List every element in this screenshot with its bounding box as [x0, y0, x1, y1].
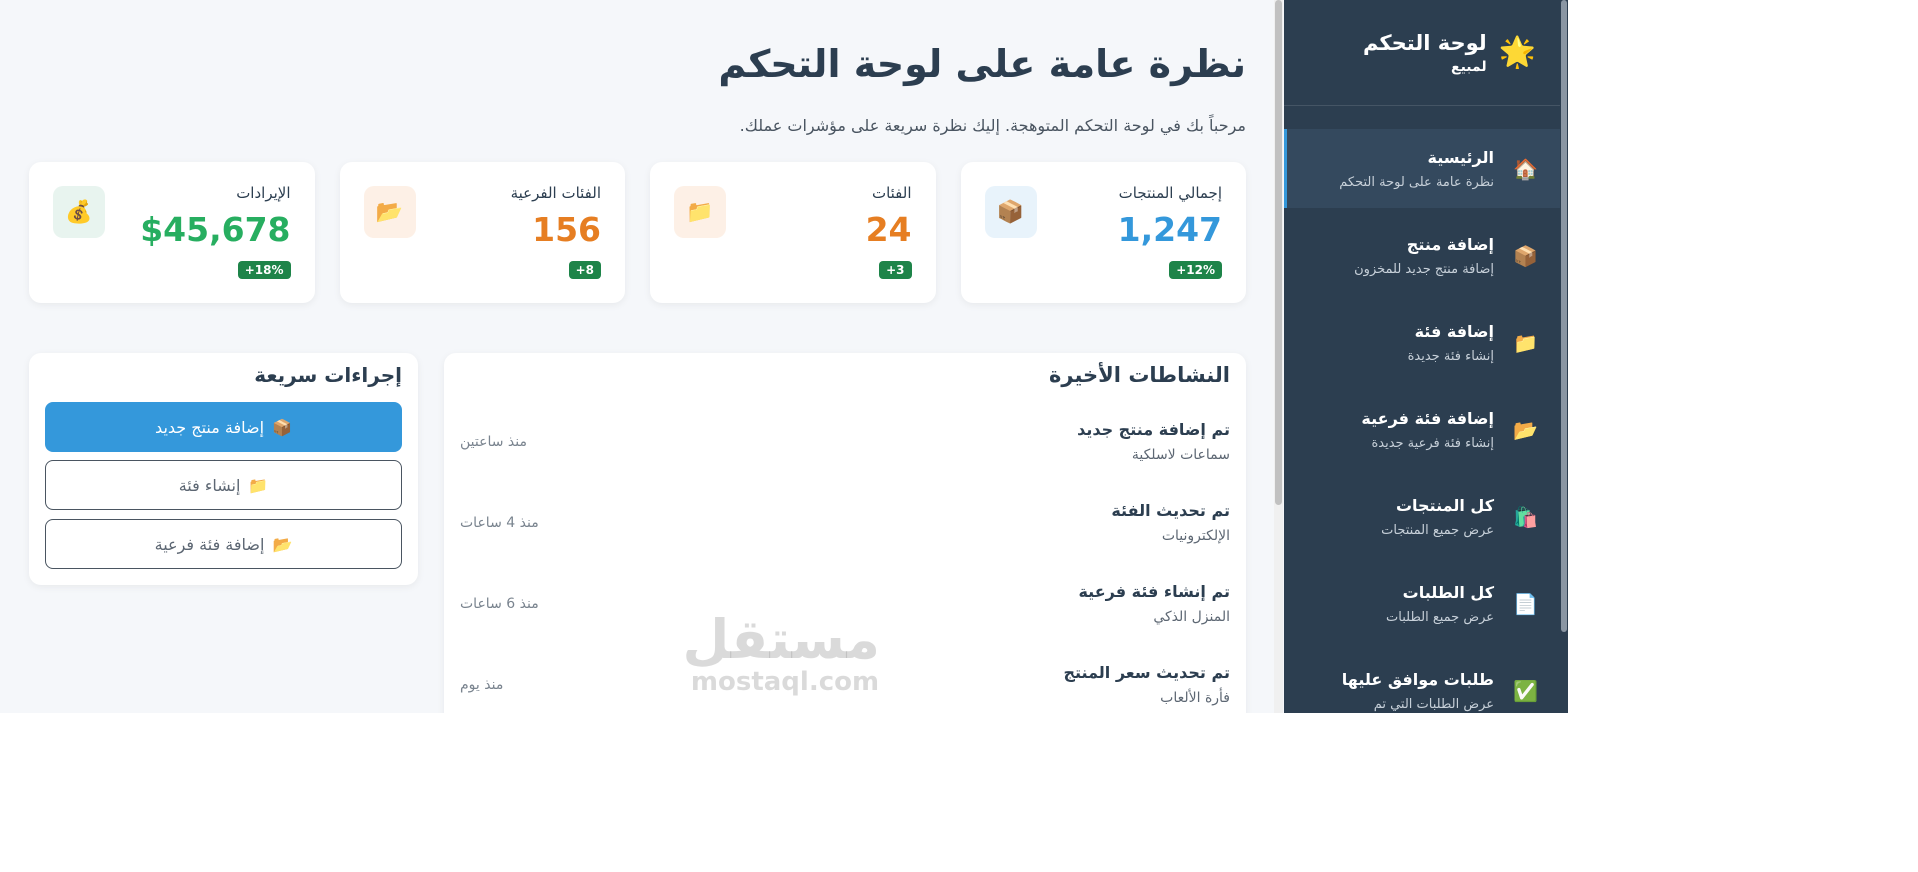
stat-value: 24 — [865, 210, 912, 249]
page-subtitle: مرحباً بك في لوحة التحكم المتوهجة. إليك … — [739, 116, 1246, 135]
button-label: إضافة فئة فرعية — [154, 534, 265, 554]
sidebar-item-add-category[interactable]: 📁 إضافة فئة إنشاء فئة جديدة — [1284, 303, 1568, 382]
sidebar-item-label: الرئيسية — [1427, 147, 1495, 167]
activity-subject: سماعات لاسلكية — [1131, 447, 1230, 463]
stat-label: الفئات الفرعية — [510, 184, 601, 202]
stat-label: إجمالي المنتجات — [1118, 184, 1222, 202]
sun-icon: 🌟 — [1498, 34, 1536, 70]
box-icon: 📦 — [1513, 243, 1538, 268]
sidebar-item-home[interactable]: 🏠 الرئيسية نظرة عامة على لوحة التحكم — [1284, 129, 1568, 208]
brand-title: لوحة التحكم — [1362, 30, 1487, 55]
stat-card-total-products: إجمالي المنتجات 1,247 12%+ 📦 — [960, 162, 1246, 303]
stat-badge: 3+ — [879, 261, 912, 279]
shopping-bag-icon: 🛍️ — [1513, 504, 1538, 529]
open-folder-icon: 📂 — [1513, 417, 1538, 442]
recent-activity-title: النشاطات الأخيرة — [1049, 363, 1230, 387]
sidebar-item-desc: إنشاء فئة فرعية جديدة — [1371, 435, 1494, 451]
activity-title: تم تحديث الفئة — [1111, 501, 1230, 520]
receipt-icon: 📄 — [1513, 591, 1538, 616]
sidebar-nav: 🏠 الرئيسية نظرة عامة على لوحة التحكم 📦 إ… — [1284, 129, 1568, 713]
money-bag-icon: 💰 — [53, 186, 105, 238]
stat-card-revenue: الإيرادات $45,678 18%+ 💰 — [29, 162, 315, 303]
folder-icon: 📁 — [674, 186, 726, 238]
sidebar-brand: 🌟 لوحة التحكم لمبيع — [1284, 0, 1568, 106]
stat-badge: 12%+ — [1169, 261, 1222, 279]
sidebar-item-add-product[interactable]: 📦 إضافة منتج إضافة منتج جديد للمخزون — [1284, 216, 1568, 295]
add-subcategory-button[interactable]: 📂 إضافة فئة فرعية — [45, 519, 402, 569]
activity-title: تم إنشاء فئة فرعية — [1078, 582, 1230, 601]
watermark-arabic: مستقل — [682, 608, 881, 671]
sidebar-item-all-orders[interactable]: 📄 كل الطلبات عرض جميع الطلبات — [1284, 564, 1568, 643]
sidebar-item-add-subcategory[interactable]: 📂 إضافة فئة فرعية إنشاء فئة فرعية جديدة — [1284, 390, 1568, 469]
sidebar-item-label: كل الطلبات — [1402, 582, 1494, 602]
stat-card-subcategories: الفئات الفرعية 156 8+ 📂 — [339, 162, 625, 303]
sidebar-item-desc: إنشاء فئة جديدة — [1407, 348, 1494, 364]
sidebar-item-all-products[interactable]: 🛍️ كل المنتجات عرض جميع المنتجات — [1284, 477, 1568, 556]
app-window: نظرة عامة على لوحة التحكم مرحباً بك في ل… — [0, 0, 1568, 713]
box-icon: 📦 — [984, 186, 1037, 238]
button-label: إضافة منتج جديد — [155, 417, 265, 437]
sidebar-item-label: إضافة فئة فرعية — [1361, 408, 1494, 428]
sidebar-item-label: كل المنتجات — [1395, 495, 1494, 515]
stat-value: 1,247 — [1117, 210, 1222, 249]
sidebar-item-desc: عرض جميع الطلبات — [1386, 609, 1494, 625]
sidebar-item-desc: عرض جميع المنتجات — [1381, 522, 1494, 538]
quick-actions-title: إجراءات سريعة — [254, 363, 402, 387]
stat-badge: 8+ — [568, 261, 601, 279]
sidebar-item-desc: إضافة منتج جديد للمخزون — [1354, 261, 1494, 277]
stat-value: $45,678 — [140, 210, 291, 249]
folder-icon: 📁 — [248, 475, 269, 495]
open-folder-icon: 📂 — [363, 186, 416, 238]
sidebar-item-approved-orders[interactable]: ✅ طلبات موافق عليها عرض الطلبات التي تم — [1284, 651, 1568, 713]
sidebar-item-desc: عرض الطلبات التي تم — [1373, 696, 1494, 712]
activity-item: تم تحديث الفئة الإلكترونيات منذ 4 ساعات — [460, 501, 1230, 561]
activity-item: تم إضافة منتج جديد سماعات لاسلكية منذ سا… — [460, 420, 1230, 480]
page-title: نظرة عامة على لوحة التحكم — [718, 42, 1246, 86]
watermark-english: mostaql.com — [690, 667, 880, 697]
sidebar-item-label: إضافة فئة — [1414, 321, 1494, 341]
activity-title: تم تحديث سعر المنتج — [1063, 663, 1230, 682]
check-icon: ✅ — [1513, 678, 1538, 703]
brand-subtitle: لمبيع — [1451, 58, 1487, 75]
activity-title: تم إضافة منتج جديد — [1077, 420, 1230, 439]
activity-subject: فأرة الألعاب — [1160, 690, 1230, 706]
sidebar-item-label: طلبات موافق عليها — [1341, 669, 1494, 689]
activity-time: منذ يوم — [460, 677, 504, 693]
stat-label: الفئات — [871, 184, 912, 202]
main-scrollbar-thumb[interactable] — [1275, 0, 1282, 505]
add-product-button[interactable]: 📦 إضافة منتج جديد — [45, 402, 402, 452]
stat-value: 156 — [532, 210, 601, 249]
open-folder-icon: 📂 — [272, 534, 293, 554]
activity-time: منذ ساعتين — [460, 434, 527, 450]
create-category-button[interactable]: 📁 إنشاء فئة — [45, 460, 402, 510]
folder-icon: 📁 — [1513, 330, 1538, 355]
quick-actions-panel: إجراءات سريعة 📦 إضافة منتج جديد 📁 إنشاء … — [29, 353, 418, 585]
activity-subject: الإلكترونيات — [1161, 528, 1230, 544]
activity-time: منذ 6 ساعات — [460, 596, 539, 612]
stats-row: إجمالي المنتجات 1,247 12%+ 📦 الفئات 24 3… — [29, 162, 1246, 303]
sidebar-item-label: إضافة منتج — [1406, 234, 1494, 254]
sidebar-item-desc: نظرة عامة على لوحة التحكم — [1339, 174, 1494, 190]
box-icon: 📦 — [272, 417, 292, 437]
sidebar: 🌟 لوحة التحكم لمبيع 🏠 الرئيسية نظرة عامة… — [1284, 0, 1568, 713]
button-label: إنشاء فئة — [178, 475, 241, 495]
watermark: مستقل mostaql.com — [682, 608, 881, 697]
stat-label: الإيرادات — [236, 184, 291, 202]
stat-card-categories: الفئات 24 3+ 📁 — [650, 162, 936, 303]
activity-subject: المنزل الذكي — [1153, 609, 1230, 625]
sidebar-scrollbar-thumb[interactable] — [1561, 0, 1567, 632]
stat-badge: 18%+ — [237, 261, 291, 279]
activity-time: منذ 4 ساعات — [460, 515, 539, 531]
home-icon: 🏠 — [1513, 156, 1538, 181]
